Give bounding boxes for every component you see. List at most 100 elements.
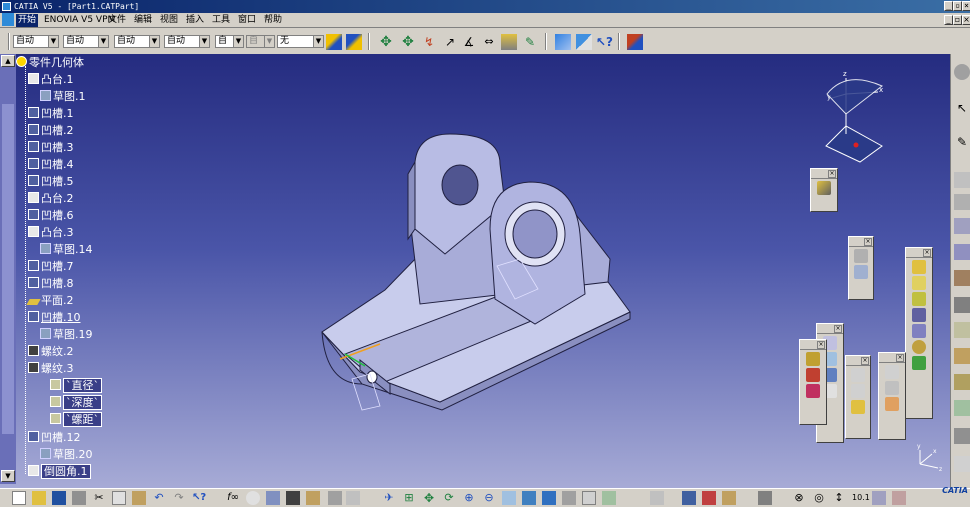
- tree-item-sketch-1[interactable]: 草图.1: [40, 89, 86, 104]
- toolbar-title[interactable]: ×: [879, 353, 905, 363]
- chevron-down-icon[interactable]: ▼: [313, 36, 323, 47]
- annotation-tool-icon[interactable]: [885, 397, 899, 411]
- doc-restore-button[interactable]: ▫: [953, 15, 962, 25]
- tree-item-sketch-20[interactable]: 草图.20: [40, 447, 93, 462]
- floating-toolbar-reference-elements[interactable]: ×: [845, 355, 871, 439]
- chevron-down-icon[interactable]: ▼: [48, 36, 58, 47]
- scroll-thumb[interactable]: [2, 104, 14, 434]
- tree-item-thread-2[interactable]: 螺纹.2: [28, 344, 74, 359]
- doc-minimize-button[interactable]: _: [944, 15, 953, 25]
- pad-icon[interactable]: [806, 352, 820, 366]
- chevron-down-icon[interactable]: ▼: [199, 36, 209, 47]
- tree-scrollbar[interactable]: ▲ ▼: [0, 54, 16, 484]
- update-icon[interactable]: [682, 491, 696, 505]
- toolbar-title[interactable]: ×: [800, 340, 826, 350]
- document-icon[interactable]: [2, 13, 14, 26]
- toolbar-title[interactable]: ×: [846, 356, 870, 366]
- formula-icon[interactable]: f∞: [226, 491, 240, 505]
- split-shortcut-icon[interactable]: [954, 400, 970, 416]
- constraint-icon[interactable]: [854, 249, 868, 263]
- material-icon[interactable]: [872, 491, 886, 505]
- close-surface-shortcut-icon[interactable]: [954, 456, 970, 472]
- tree-item-boss-1[interactable]: 凸台.1: [28, 72, 74, 87]
- tree-item-fillet-1[interactable]: 倒圆角.1: [28, 464, 91, 479]
- format-painter-icon[interactable]: [326, 34, 342, 50]
- transparency-combo[interactable]: 自动 ▼: [63, 35, 109, 48]
- rib-shortcut-icon[interactable]: [954, 297, 970, 313]
- tree-item-boss-3[interactable]: 凸台.3: [28, 225, 74, 240]
- text-annotation-icon[interactable]: [885, 365, 899, 379]
- tree-item-pocket-12[interactable]: 凹槽.12: [28, 430, 81, 445]
- measure-icon[interactable]: ↕: [832, 491, 846, 505]
- catalog-browser-icon[interactable]: [555, 34, 571, 50]
- tree-root-part-body[interactable]: 零件几何体: [16, 55, 84, 70]
- close-icon[interactable]: ×: [864, 238, 872, 246]
- close-icon[interactable]: ×: [834, 325, 842, 333]
- help-pointer-icon[interactable]: ↖?: [596, 34, 613, 50]
- hole-shortcut-icon[interactable]: [954, 270, 970, 286]
- close-button[interactable]: ×: [962, 1, 970, 11]
- knowledge-advisor-icon[interactable]: [627, 34, 643, 50]
- floating-toolbar-sketch-based[interactable]: ×: [799, 339, 827, 425]
- scroll-down-button[interactable]: ▼: [1, 470, 15, 482]
- open-folder-icon[interactable]: [32, 491, 46, 505]
- tree-item-sketch-14[interactable]: 草图.14: [40, 242, 93, 257]
- floating-toolbar-body[interactable]: ×: [810, 168, 838, 212]
- close-icon[interactable]: ×: [828, 170, 836, 178]
- paste-icon[interactable]: [132, 491, 146, 505]
- chevron-down-icon[interactable]: ▼: [233, 36, 243, 47]
- comment-icon[interactable]: [246, 491, 260, 505]
- isometric-view-icon[interactable]: [542, 491, 556, 505]
- pad-shortcut-icon[interactable]: [954, 172, 970, 188]
- curvature-analysis-icon[interactable]: [722, 491, 736, 505]
- select-arrow-icon[interactable]: ↖: [954, 100, 970, 116]
- tree-item-pocket-8[interactable]: 凹槽.8: [28, 276, 74, 291]
- compass-reset-icon[interactable]: ◎: [812, 491, 826, 505]
- loft-shortcut-icon[interactable]: [954, 348, 970, 364]
- chevron-down-icon[interactable]: ▼: [98, 36, 108, 47]
- rotate-icon[interactable]: ⟳: [442, 491, 456, 505]
- geometry-analysis-icon[interactable]: [650, 491, 664, 505]
- save-icon[interactable]: [52, 491, 66, 505]
- gear-icon[interactable]: [954, 64, 970, 80]
- thickness-tool-icon[interactable]: [912, 324, 926, 338]
- check-icon[interactable]: [346, 491, 360, 505]
- linetype-combo[interactable]: 自动 ▼: [164, 35, 210, 48]
- point-tool-icon[interactable]: [851, 368, 865, 382]
- menu-enovia[interactable]: ENOVIA V5 VPM: [44, 14, 115, 27]
- table-icon[interactable]: [286, 491, 300, 505]
- measure-inertia-icon[interactable]: [501, 34, 517, 50]
- shaft-shortcut-icon[interactable]: [954, 218, 970, 234]
- layer-combo[interactable]: 无 ▼: [277, 35, 324, 48]
- remove-loft-shortcut-icon[interactable]: [954, 374, 970, 390]
- shading-icon[interactable]: [562, 491, 576, 505]
- menu-tools[interactable]: 工具: [212, 14, 230, 27]
- tree-item-pocket-7[interactable]: 凹槽.7: [28, 259, 74, 274]
- axis-system-icon[interactable]: ⊗: [792, 491, 806, 505]
- tree-item-pocket-2[interactable]: 凹槽.2: [28, 123, 74, 138]
- close-icon[interactable]: ×: [923, 249, 931, 257]
- menu-help[interactable]: 帮助: [264, 14, 282, 27]
- fillet-tool-icon[interactable]: [912, 260, 926, 274]
- chamfer-tool-icon[interactable]: [912, 276, 926, 290]
- draft-analysis-icon[interactable]: [702, 491, 716, 505]
- menu-file[interactable]: 文件: [108, 14, 126, 27]
- tree-item-sketch-19[interactable]: 草图.19: [40, 327, 93, 342]
- minimize-button[interactable]: _: [944, 1, 953, 11]
- color-combo[interactable]: 自动 ▼: [13, 35, 59, 48]
- menu-insert[interactable]: 插入: [186, 14, 204, 27]
- groove-shortcut-icon[interactable]: [954, 244, 970, 260]
- undo-icon[interactable]: ↶: [152, 491, 166, 505]
- toolbar-title[interactable]: ×: [906, 248, 932, 258]
- constraint-defined-icon[interactable]: [854, 265, 868, 279]
- multi-view-icon[interactable]: [522, 491, 536, 505]
- tree-item-param-depth[interactable]: `深度`: [50, 395, 102, 410]
- workbench-icon[interactable]: [576, 34, 592, 50]
- tree-item-boss-2[interactable]: 凸台.2: [28, 191, 74, 206]
- close-icon[interactable]: ×: [817, 341, 825, 349]
- menu-edit[interactable]: 编辑: [134, 14, 152, 27]
- lock-icon[interactable]: [306, 491, 320, 505]
- tree-item-pocket-4[interactable]: 凹槽.4: [28, 157, 74, 172]
- insert-body-icon[interactable]: [817, 181, 831, 195]
- stiffener-shortcut-icon[interactable]: [954, 322, 970, 338]
